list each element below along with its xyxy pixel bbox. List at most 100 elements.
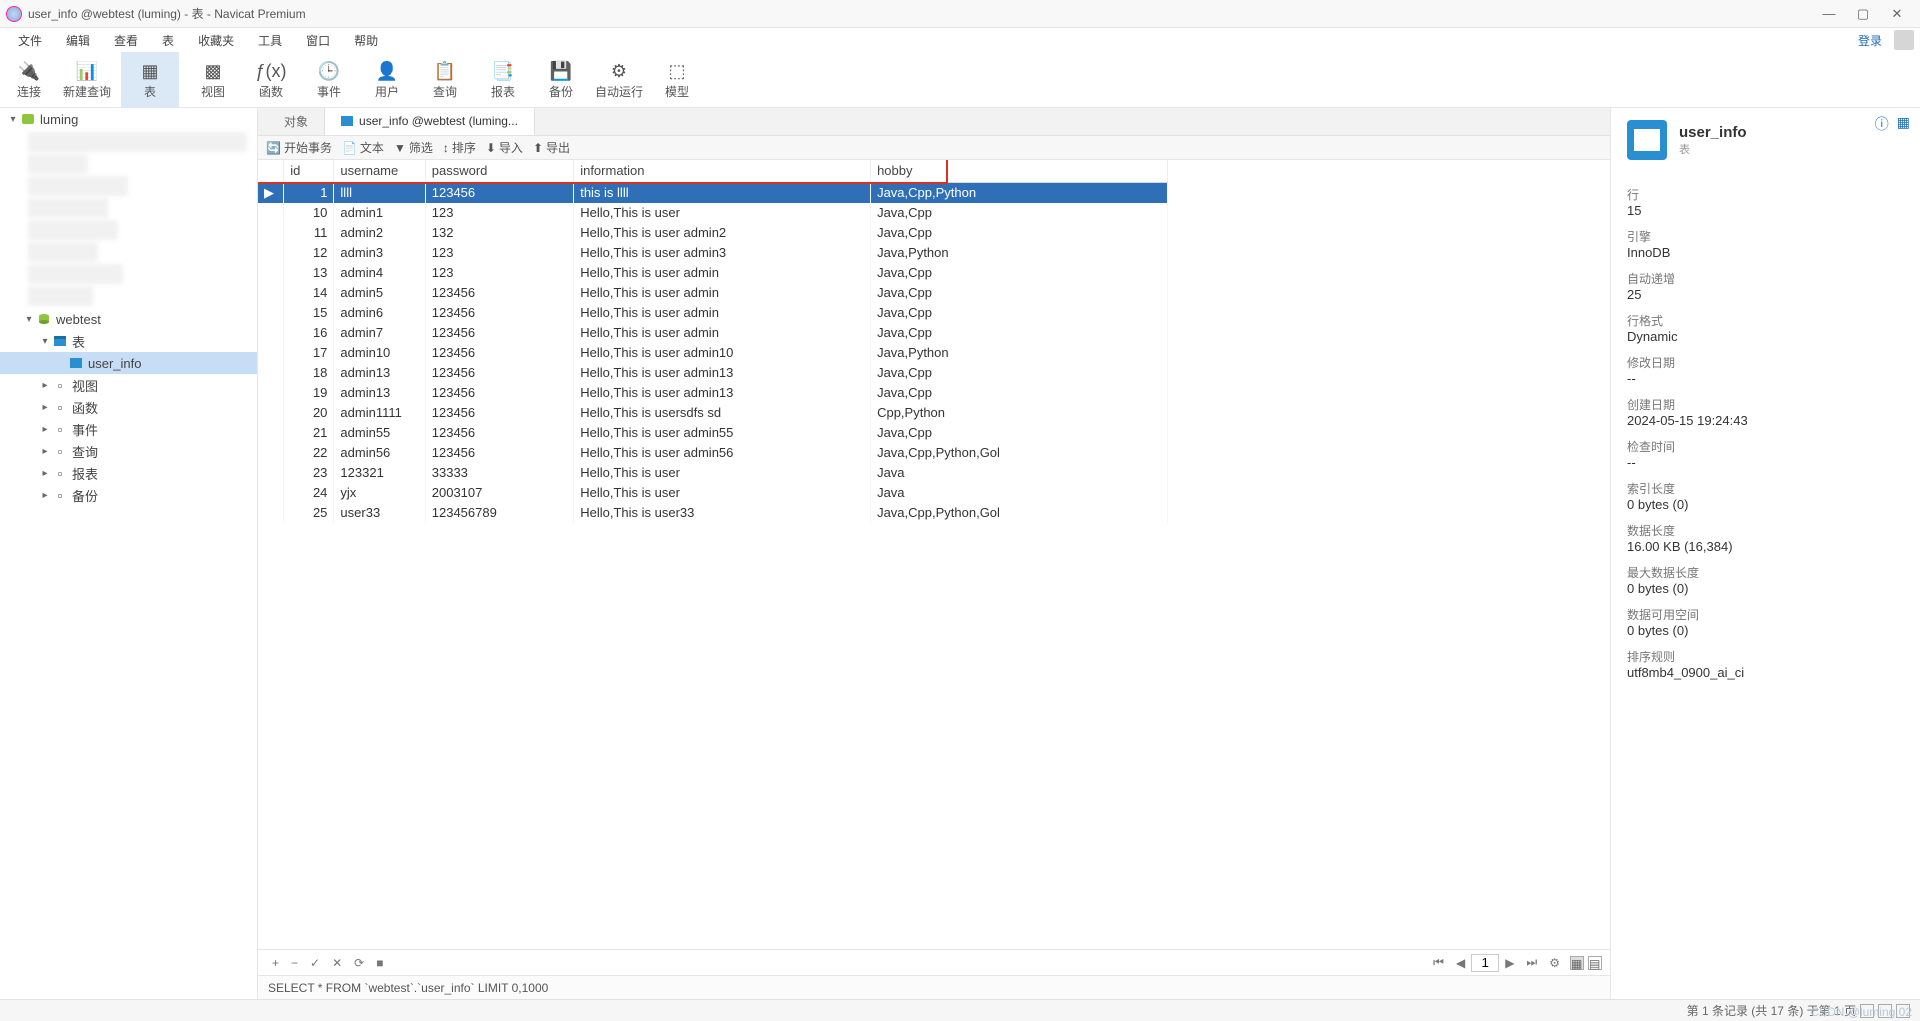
login-link[interactable]: 登录 [1850,29,1890,52]
table-row[interactable]: 12admin3123Hello,This is user admin3Java… [258,243,1168,263]
settings-button[interactable]: ⚙ [1543,954,1566,972]
table-wrap[interactable]: idusernamepasswordinformationhobby ▶1lll… [258,160,1610,949]
prop-label: 修改日期 [1627,354,1904,371]
prop-label: 行 [1627,186,1904,203]
col-hobby[interactable]: hobby [871,160,1168,182]
sql-preview: SELECT * FROM `webtest`.`user_info` LIMI… [258,975,1610,999]
avatar-icon[interactable] [1894,30,1914,50]
sidebar: ▾ luming ▾ webtest ▾ 表 user_info ▸▫视图▸▫函… [0,108,258,999]
toolbar-backup[interactable]: 💾备份 [532,52,590,108]
menu-file[interactable]: 文件 [6,29,54,52]
tree-database[interactable]: ▾ webtest [0,308,257,330]
toolbar-fx[interactable]: ƒ(x)函数 [242,52,300,108]
tree-sub-item[interactable]: ▸▫视图 [0,374,257,396]
next-page-button[interactable]: ▶ [1499,954,1520,972]
menu-favorites[interactable]: 收藏夹 [186,29,246,52]
table-row[interactable]: 18admin13123456Hello,This is user admin1… [258,363,1168,383]
col-id[interactable]: id [284,160,334,182]
menu-table[interactable]: 表 [150,29,186,52]
text-mode-button[interactable]: 📄 文本 [342,139,384,156]
prop-value: 0 bytes (0) [1627,497,1904,512]
maximize-button[interactable]: ▢ [1846,2,1880,26]
table-row[interactable]: 22admin56123456Hello,This is user admin5… [258,443,1168,463]
tab-table[interactable]: user_info @webtest (luming... [325,108,535,135]
app-icon [6,6,22,22]
add-row-button[interactable]: + [266,954,285,972]
tree-sub-item[interactable]: ▸▫备份 [0,484,257,506]
tab-object[interactable]: 对象 [268,108,325,135]
table-row[interactable]: 21admin55123456Hello,This is user admin5… [258,423,1168,443]
col-username[interactable]: username [334,160,425,182]
blurred-node [28,154,88,174]
info-icon[interactable]: ⓘ [1875,114,1889,134]
col-information[interactable]: information [574,160,871,182]
toolbar-model[interactable]: ⬚模型 [648,52,706,108]
tree-table-active[interactable]: user_info [0,352,257,374]
table-row[interactable]: 20admin1111123456Hello,This is usersdfs … [258,403,1168,423]
menu-window[interactable]: 窗口 [294,29,342,52]
prop-label: 自动递增 [1627,270,1904,287]
delete-row-button[interactable]: − [285,954,304,972]
toolbar-plug[interactable]: 🔌连接 [0,52,58,108]
table-row[interactable]: 13admin4123Hello,This is user adminJava,… [258,263,1168,283]
toolbar-query[interactable]: 📊新建查询 [58,52,116,108]
table-row[interactable]: 10admin1123Hello,This is userJava,Cpp [258,203,1168,223]
form-view-toggle[interactable]: ▤ [1588,956,1602,970]
tree-sub-item[interactable]: ▸▫事件 [0,418,257,440]
toolbar-sheet[interactable]: 📋查询 [416,52,474,108]
ddl-icon[interactable]: ▦ [1897,114,1910,134]
toolbar-clock[interactable]: 🕒事件 [300,52,358,108]
tree-sub-item[interactable]: ▸▫查询 [0,440,257,462]
stop-button[interactable]: ■ [370,954,389,972]
filter-button[interactable]: ▼ 筛选 [394,139,433,156]
user-icon: 👤 [374,61,400,83]
table-row[interactable]: 2312332133333Hello,This is userJava [258,463,1168,483]
table-toolbar: 🔄 开始事务 📄 文本 ▼ 筛选 ↕ 排序 ⬇ 导入 ⬆ 导出 [258,136,1610,160]
menu-tools[interactable]: 工具 [246,29,294,52]
table-row[interactable]: 16admin7123456Hello,This is user adminJa… [258,323,1168,343]
minimize-button[interactable]: — [1812,2,1846,26]
import-button[interactable]: ⬇ 导入 [486,139,523,156]
clock-icon: 🕒 [316,61,342,83]
tree-sub-item[interactable]: ▸▫函数 [0,396,257,418]
report-icon: 📑 [490,61,516,83]
menu-help[interactable]: 帮助 [342,29,390,52]
table-row[interactable]: 17admin10123456Hello,This is user admin1… [258,343,1168,363]
tree-connection[interactable]: ▾ luming [0,108,257,130]
table-row[interactable]: 11admin2132Hello,This is user admin2Java… [258,223,1168,243]
sort-button[interactable]: ↕ 排序 [443,139,476,156]
page-input[interactable] [1471,954,1499,972]
toolbar-report[interactable]: 📑报表 [474,52,532,108]
tree-sub-item[interactable]: ▸▫报表 [0,462,257,484]
prev-page-button[interactable]: ◀ [1450,954,1471,972]
tabs: 对象 user_info @webtest (luming... [258,108,1610,136]
close-button[interactable]: ✕ [1880,2,1914,26]
cancel-button[interactable]: ✕ [326,954,348,972]
table-row[interactable]: 19admin13123456Hello,This is user admin1… [258,383,1168,403]
data-table[interactable]: idusernamepasswordinformationhobby ▶1lll… [258,160,1168,523]
col-password[interactable]: password [425,160,573,182]
menu-edit[interactable]: 编辑 [54,29,102,52]
table-row[interactable]: 14admin5123456Hello,This is user adminJa… [258,283,1168,303]
last-page-button[interactable]: ⏭ [1520,953,1543,972]
toolbar-auto[interactable]: ⚙自动运行 [590,52,648,108]
toolbar: 🔌连接📊新建查询▦表▩视图ƒ(x)函数🕒事件👤用户📋查询📑报表💾备份⚙自动运行⬚… [0,52,1920,108]
toolbar-table[interactable]: ▦表 [121,52,179,108]
menu-view[interactable]: 查看 [102,29,150,52]
toolbar-user[interactable]: 👤用户 [358,52,416,108]
blurred-node [28,198,108,218]
table-row[interactable]: ▶1llll123456this is llllJava,Cpp,Python [258,182,1168,203]
tree-tables-folder[interactable]: ▾ 表 [0,330,257,352]
begin-transaction-button[interactable]: 🔄 开始事务 [266,139,332,156]
prop-value: 16.00 KB (16,384) [1627,539,1904,554]
toolbar-view[interactable]: ▩视图 [184,52,242,108]
grid-view-toggle[interactable]: ▦ [1570,956,1584,970]
watermark: CSDN @luming.02 [1810,1005,1912,1019]
table-row[interactable]: 24yjx2003107Hello,This is userJava [258,483,1168,503]
export-button[interactable]: ⬆ 导出 [533,139,570,156]
table-row[interactable]: 15admin6123456Hello,This is user adminJa… [258,303,1168,323]
refresh-button[interactable]: ⟳ [348,954,370,972]
first-page-button[interactable]: ⏮ [1427,953,1450,972]
commit-button[interactable]: ✓ [304,954,326,972]
table-row[interactable]: 25user33123456789Hello,This is user33Jav… [258,503,1168,523]
